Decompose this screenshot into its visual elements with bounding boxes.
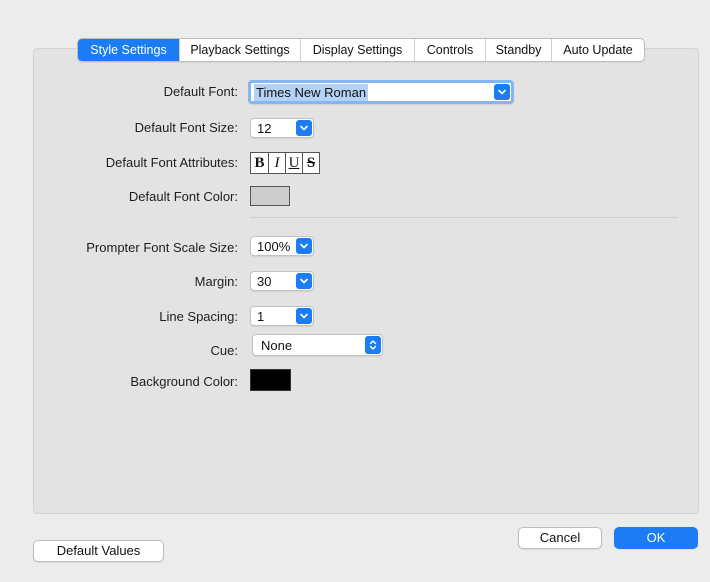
- cancel-button[interactable]: Cancel: [518, 527, 602, 549]
- prompter-font-scale-size-select[interactable]: 100%: [250, 236, 314, 256]
- default-font-color-swatch[interactable]: [250, 186, 290, 206]
- cue-select[interactable]: None: [252, 334, 383, 356]
- ok-button[interactable]: OK: [614, 527, 698, 549]
- background-color-label: Background Color:: [130, 374, 238, 389]
- chevron-down-icon: [296, 238, 312, 254]
- tab-bar: Style Settings Playback Settings Display…: [77, 38, 645, 62]
- default-values-button[interactable]: Default Values: [33, 540, 164, 562]
- chevron-down-icon: [494, 84, 510, 100]
- line-spacing-select[interactable]: 1: [250, 306, 314, 326]
- default-font-label: Default Font:: [163, 84, 238, 99]
- chevron-down-icon: [296, 120, 312, 136]
- tab-playback-settings[interactable]: Playback Settings: [179, 39, 300, 61]
- bold-button[interactable]: B: [251, 153, 268, 173]
- default-font-attributes-label: Default Font Attributes:: [105, 155, 238, 170]
- line-spacing-value: 1: [257, 309, 265, 324]
- section-divider: [250, 217, 678, 218]
- tab-standby[interactable]: Standby: [485, 39, 551, 61]
- strikethrough-button[interactable]: S: [302, 153, 319, 173]
- chevron-down-icon: [296, 273, 312, 289]
- margin-select[interactable]: 30: [250, 271, 314, 291]
- tab-controls[interactable]: Controls: [414, 39, 485, 61]
- up-down-chevron-icon: [365, 336, 381, 354]
- margin-value: 30: [257, 274, 272, 289]
- line-spacing-label: Line Spacing:: [159, 309, 238, 324]
- tab-auto-update[interactable]: Auto Update: [551, 39, 644, 61]
- italic-button[interactable]: I: [268, 153, 285, 173]
- tab-style-settings[interactable]: Style Settings: [78, 39, 179, 61]
- prompter-font-scale-size-label: Prompter Font Scale Size:: [86, 240, 238, 255]
- tab-display-settings[interactable]: Display Settings: [300, 39, 414, 61]
- prompter-font-scale-size-value: 100%: [257, 239, 291, 254]
- cue-value: None: [261, 338, 293, 353]
- style-settings-window: Style Settings Playback Settings Display…: [0, 0, 710, 582]
- default-font-size-value: 12: [257, 121, 272, 136]
- chevron-down-icon: [296, 308, 312, 324]
- font-attributes-group: B I U S: [250, 152, 320, 174]
- background-color-swatch[interactable]: [250, 369, 291, 391]
- margin-label: Margin:: [194, 274, 238, 289]
- default-font-color-label: Default Font Color:: [128, 189, 238, 204]
- default-font-size-label: Default Font Size:: [134, 120, 238, 135]
- default-font-select[interactable]: Times New Roman: [248, 80, 514, 104]
- cue-label: Cue:: [210, 343, 238, 358]
- default-font-size-select[interactable]: 12: [250, 118, 314, 138]
- underline-button[interactable]: U: [285, 153, 302, 173]
- default-font-value: Times New Roman: [254, 84, 369, 101]
